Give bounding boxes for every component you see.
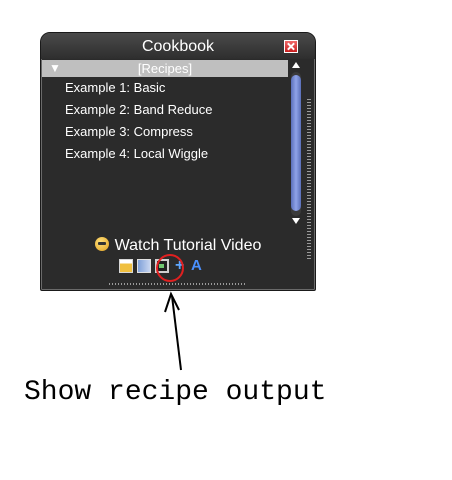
callout-label: Show recipe output [24, 377, 327, 408]
